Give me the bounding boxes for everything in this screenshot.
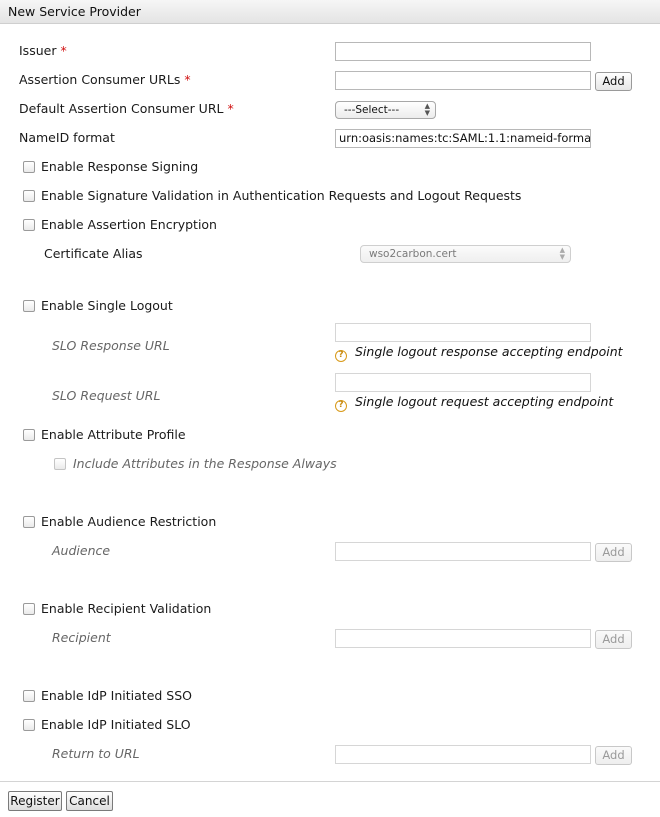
recipient-input[interactable] bbox=[335, 629, 591, 648]
return-url-add-button[interactable]: Add bbox=[595, 746, 632, 765]
issuer-row: Issuer * bbox=[0, 40, 660, 62]
acs-urls-input[interactable] bbox=[335, 71, 591, 90]
slo-response-label: SLO Response URL bbox=[52, 338, 170, 353]
default-acs-row: Default Assertion Consumer URL * ---Selec… bbox=[0, 98, 660, 120]
select-arrows-icon: ▲ ▼ bbox=[559, 246, 565, 261]
audience-input[interactable] bbox=[335, 542, 591, 561]
assertion-encryption-checkbox[interactable] bbox=[23, 219, 35, 231]
slo-response-row: SLO Response URL ? Single logout response… bbox=[0, 322, 660, 362]
audience-restriction-label: Enable Audience Restriction bbox=[41, 514, 217, 529]
slo-request-help: ? Single logout request accepting endpoin… bbox=[335, 394, 613, 412]
audience-add-button[interactable]: Add bbox=[595, 543, 632, 562]
include-attributes-checkbox[interactable] bbox=[54, 458, 66, 470]
attribute-profile-checkbox[interactable] bbox=[23, 429, 35, 441]
nameid-input[interactable]: urn:oasis:names:tc:SAML:1.1:nameid-forma… bbox=[335, 129, 591, 148]
single-logout-label: Enable Single Logout bbox=[41, 298, 173, 313]
slo-response-help: ? Single logout response accepting endpoi… bbox=[335, 344, 623, 362]
single-logout-checkbox[interactable] bbox=[23, 300, 35, 312]
response-signing-label: Enable Response Signing bbox=[41, 159, 199, 174]
signature-validation-label: Enable Signature Validation in Authentic… bbox=[41, 188, 522, 203]
idp-sso-label: Enable IdP Initiated SSO bbox=[41, 688, 193, 703]
default-acs-label: Default Assertion Consumer URL * bbox=[19, 101, 234, 116]
assertion-encryption-label: Enable Assertion Encryption bbox=[41, 217, 217, 232]
default-acs-selected: ---Select--- bbox=[344, 104, 400, 116]
recipient-validation-label: Enable Recipient Validation bbox=[41, 601, 212, 616]
recipient-label: Recipient bbox=[52, 630, 111, 645]
audience-row: Audience Add bbox=[0, 540, 660, 562]
include-attributes-row: Include Attributes in the Response Alway… bbox=[0, 453, 660, 475]
nameid-label: NameID format bbox=[19, 130, 115, 145]
issuer-label: Issuer * bbox=[19, 43, 67, 58]
signature-validation-checkbox[interactable] bbox=[23, 190, 35, 202]
select-arrows-icon: ▲ ▼ bbox=[424, 102, 430, 117]
acs-urls-label: Assertion Consumer URLs * bbox=[19, 72, 191, 87]
signature-validation-row: Enable Signature Validation in Authentic… bbox=[0, 185, 660, 207]
default-acs-select[interactable]: ---Select--- ▲ ▼ bbox=[335, 101, 436, 119]
slo-request-label: SLO Request URL bbox=[52, 388, 161, 403]
attribute-profile-row: Enable Attribute Profile bbox=[0, 424, 660, 446]
help-icon: ? bbox=[335, 350, 347, 362]
slo-request-row: SLO Request URL ? Single logout request a… bbox=[0, 372, 660, 412]
recipient-add-button[interactable]: Add bbox=[595, 630, 632, 649]
slo-request-input[interactable] bbox=[335, 373, 591, 392]
idp-sso-row: Enable IdP Initiated SSO bbox=[0, 685, 660, 707]
audience-restriction-row: Enable Audience Restriction bbox=[0, 511, 660, 533]
idp-slo-row: Enable IdP Initiated SLO bbox=[0, 714, 660, 736]
recipient-validation-checkbox[interactable] bbox=[23, 603, 35, 615]
return-url-input[interactable] bbox=[335, 745, 591, 764]
panel-title: New Service Provider bbox=[0, 0, 660, 24]
assertion-encryption-row: Enable Assertion Encryption bbox=[0, 214, 660, 236]
cert-alias-select[interactable]: wso2carbon.cert ▲ ▼ bbox=[360, 245, 571, 263]
cancel-button[interactable]: Cancel bbox=[66, 791, 113, 811]
include-attributes-label: Include Attributes in the Response Alway… bbox=[73, 456, 337, 471]
issuer-input[interactable] bbox=[335, 42, 591, 61]
nameid-row: NameID format urn:oasis:names:tc:SAML:1.… bbox=[0, 127, 660, 149]
recipient-row: Recipient Add bbox=[0, 627, 660, 649]
cert-alias-selected: wso2carbon.cert bbox=[369, 248, 457, 260]
return-url-row: Return to URL Add bbox=[0, 743, 660, 765]
cert-alias-row: Certificate Alias wso2carbon.cert ▲ ▼ bbox=[0, 243, 660, 265]
acs-urls-row: Assertion Consumer URLs * Add bbox=[0, 69, 660, 91]
acs-add-button[interactable]: Add bbox=[595, 72, 632, 91]
idp-slo-label: Enable IdP Initiated SLO bbox=[41, 717, 191, 732]
response-signing-checkbox[interactable] bbox=[23, 161, 35, 173]
idp-sso-checkbox[interactable] bbox=[23, 690, 35, 702]
idp-slo-checkbox[interactable] bbox=[23, 719, 35, 731]
register-button[interactable]: Register bbox=[8, 791, 62, 811]
audience-label: Audience bbox=[52, 543, 111, 558]
recipient-validation-row: Enable Recipient Validation bbox=[0, 598, 660, 620]
single-logout-row: Enable Single Logout bbox=[0, 295, 660, 317]
help-icon: ? bbox=[335, 400, 347, 412]
footer-divider bbox=[0, 781, 660, 782]
attribute-profile-label: Enable Attribute Profile bbox=[41, 427, 186, 442]
slo-response-input[interactable] bbox=[335, 323, 591, 342]
response-signing-row: Enable Response Signing bbox=[0, 156, 660, 178]
cert-alias-label: Certificate Alias bbox=[44, 246, 143, 261]
audience-restriction-checkbox[interactable] bbox=[23, 516, 35, 528]
return-url-label: Return to URL bbox=[52, 746, 140, 761]
